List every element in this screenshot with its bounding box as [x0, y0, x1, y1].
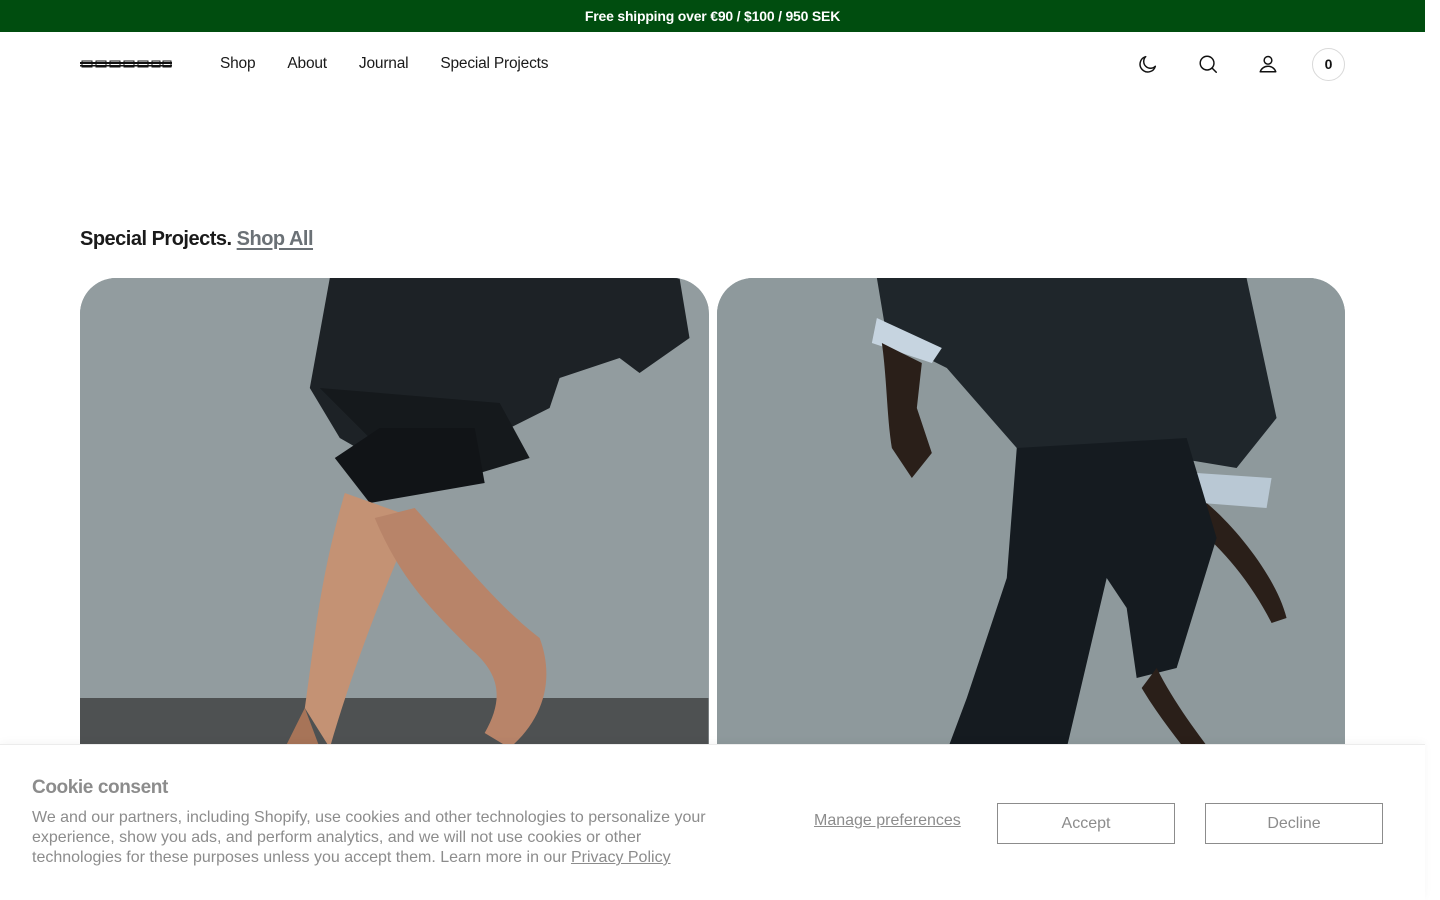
logo[interactable] — [80, 59, 172, 69]
privacy-policy-link[interactable]: Privacy Policy — [571, 849, 671, 866]
announcement-text: Free shipping over €90 / $100 / 950 SEK — [584, 8, 841, 24]
cart-button[interactable]: 0 — [1312, 47, 1345, 81]
nav-shop[interactable]: Shop — [220, 55, 256, 73]
shop-all-link[interactable]: Shop All — [237, 228, 314, 250]
cookie-text: We and our partners, including Shopify, … — [32, 808, 732, 868]
project-image-1 — [80, 278, 709, 818]
main-nav: Shop About Journal Special Projects — [220, 55, 548, 73]
section-title: Special Projects. Shop All — [80, 228, 314, 251]
decline-button[interactable]: Decline — [1205, 803, 1383, 844]
nav-special-projects[interactable]: Special Projects — [440, 55, 548, 73]
cookie-title: Cookie consent — [32, 777, 168, 798]
project-image-2 — [716, 278, 1345, 818]
nav-about[interactable]: About — [287, 55, 327, 73]
cookie-banner: Cookie consent We and our partners, incl… — [0, 744, 1425, 900]
accept-button[interactable]: Accept — [997, 803, 1175, 844]
theme-toggle-button[interactable] — [1132, 48, 1164, 80]
search-button[interactable] — [1192, 48, 1224, 80]
section-title-text: Special Projects. — [80, 228, 232, 250]
project-cards — [80, 278, 1345, 818]
account-icon — [1259, 55, 1277, 73]
project-card-2[interactable] — [716, 278, 1345, 818]
announcement-bar: Free shipping over €90 / $100 / 950 SEK — [0, 0, 1425, 32]
site-header: Shop About Journal Special Projects 0 — [0, 32, 1425, 96]
cart-count: 0 — [1324, 56, 1333, 72]
moon-icon — [1139, 55, 1157, 73]
manage-preferences-link[interactable]: Manage preferences — [814, 812, 961, 830]
nav-journal[interactable]: Journal — [359, 55, 409, 73]
header-actions: 0 — [1132, 47, 1345, 81]
account-button[interactable] — [1252, 48, 1284, 80]
logo-wordmark — [80, 60, 172, 68]
project-card-1[interactable] — [80, 278, 709, 818]
search-icon — [1199, 55, 1217, 73]
